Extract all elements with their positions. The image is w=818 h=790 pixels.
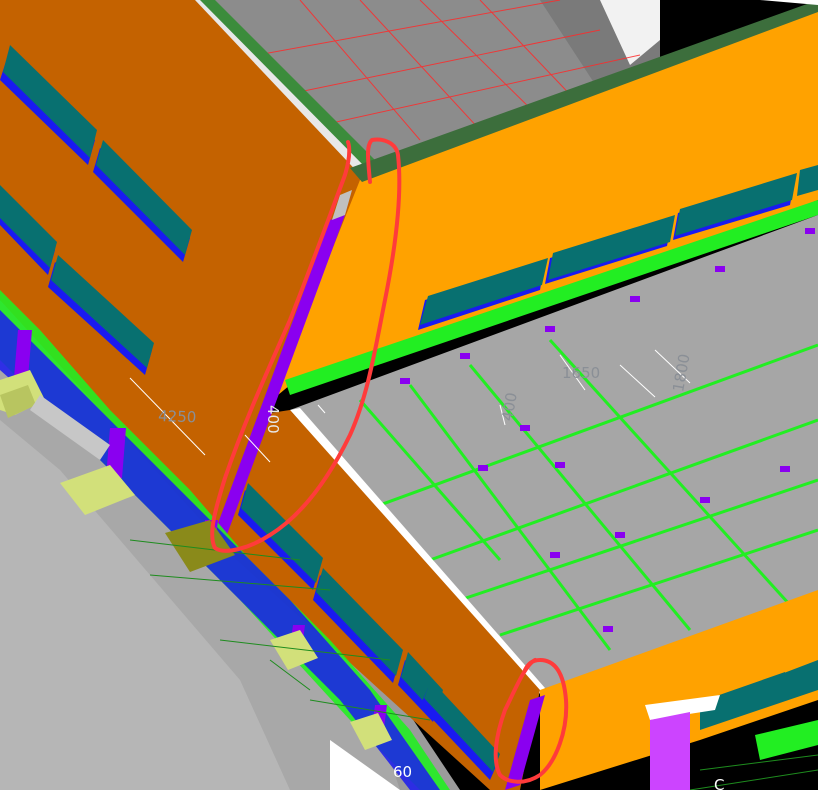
3d-model-viewport[interactable]: 4250 1650 1800 400 400 60 C (0, 0, 818, 790)
axis-label: 60 (393, 763, 412, 781)
dimension-label: 400 (264, 405, 282, 434)
axis-label: C (714, 776, 724, 790)
dimension-label: 4250 (158, 407, 197, 426)
dimension-label: 1650 (562, 364, 600, 382)
